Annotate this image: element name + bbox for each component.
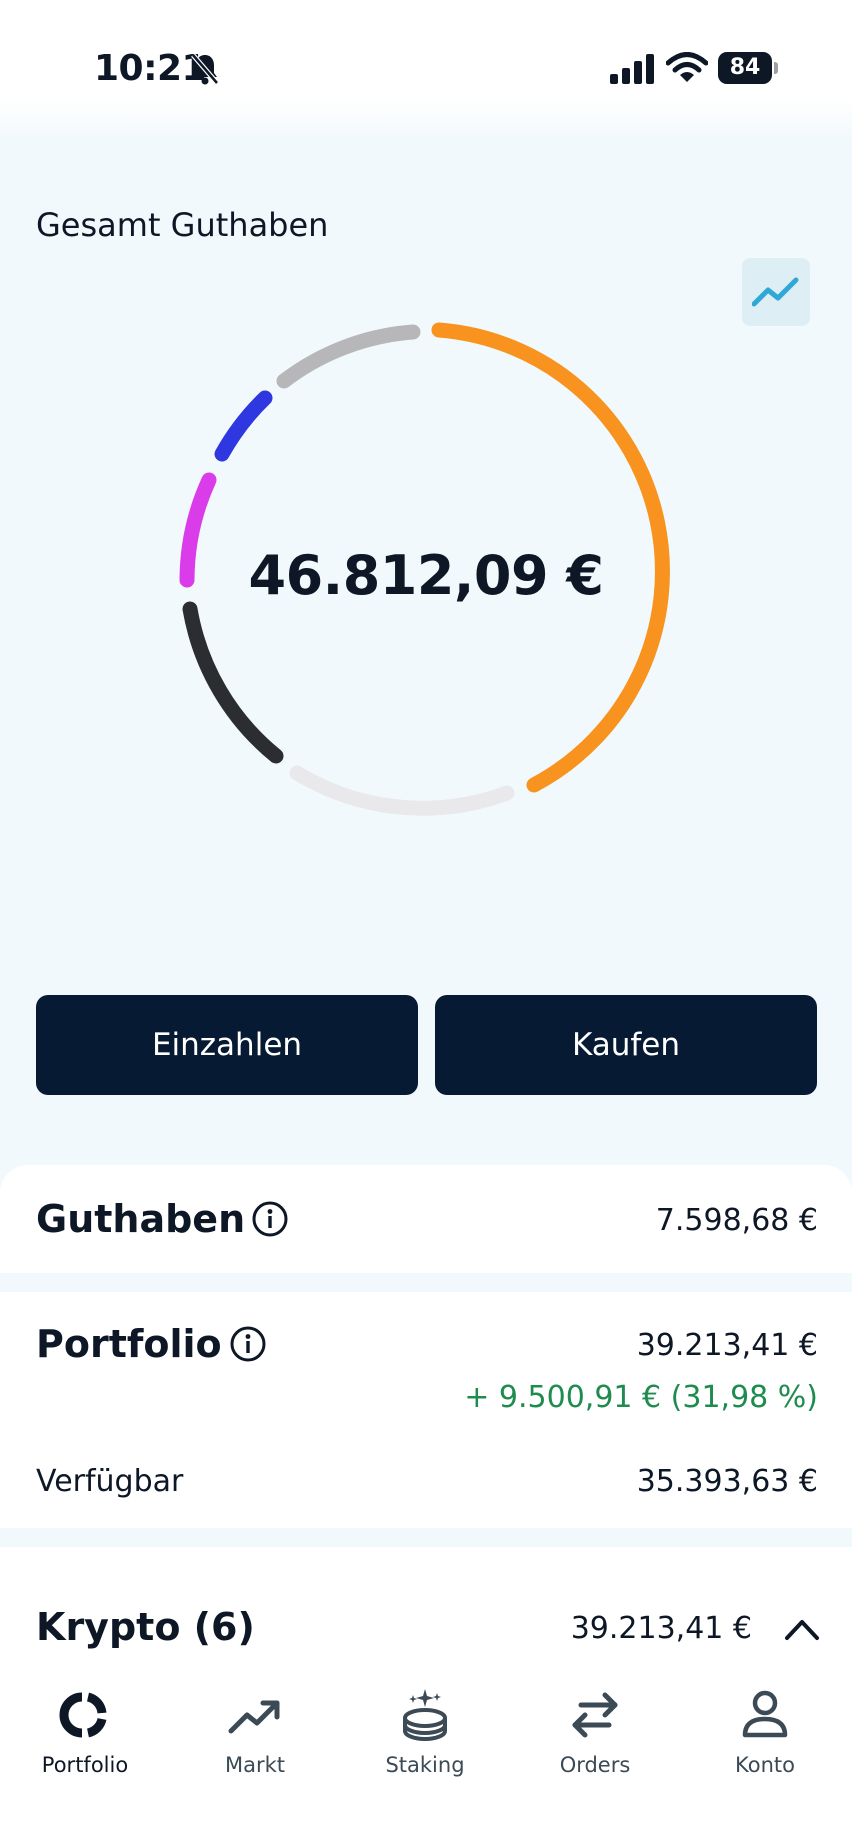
donut-segment-gray [276,324,421,389]
available-label: Verfügbar [36,1464,184,1499]
balance-card-value: 7.598,68 € [655,1203,818,1238]
total-balance-value: 46.812,09 € [248,544,604,607]
nav-label-market: Markt [224,1753,286,1777]
nav-label-staking: Staking [385,1753,465,1777]
nav-orders[interactable]: Orders [510,1687,680,1846]
market-icon [228,1700,280,1734]
nav-account[interactable]: Konto [680,1687,850,1846]
buy-button[interactable]: Kaufen [435,995,817,1095]
nav-portfolio[interactable]: Portfolio [0,1687,170,1846]
account-icon [742,1690,788,1738]
bottom-navigation: Portfolio Markt Staking Orders Konto [0,1687,852,1846]
donut-segment-lightgray [289,765,515,816]
deposit-button[interactable]: Einzahlen [36,995,418,1095]
info-icon[interactable] [251,1200,289,1238]
portfolio-card: Portfolio 39.213,41 € + 9.500,91 € (31,9… [0,1292,852,1528]
nav-market[interactable]: Markt [170,1687,340,1846]
nav-label-account: Konto [735,1753,795,1777]
chevron-up-icon[interactable] [784,1617,820,1641]
orders-icon [572,1692,618,1738]
allocation-donut-chart [179,322,670,816]
available-value: 35.393,63 € [636,1464,818,1499]
portfolio-value: 39.213,41 € [636,1328,818,1363]
crypto-value: 39.213,41 € [570,1611,752,1646]
crypto-card-title: Krypto (6) [36,1605,255,1649]
portfolio-card-title: Portfolio [36,1322,222,1366]
nav-label-orders: Orders [559,1753,631,1777]
portfolio-gain: + 9.500,91 € (31,98 %) [464,1380,818,1415]
nav-staking[interactable]: Staking [340,1687,510,1846]
staking-icon [403,1689,447,1741]
nav-label-portfolio: Portfolio [41,1753,129,1777]
crypto-card[interactable]: Krypto (6) 39.213,41 € [0,1547,852,1687]
donut-segment-blue [214,390,273,462]
portfolio-icon [59,1692,107,1738]
info-icon[interactable] [229,1325,267,1363]
donut-segment-dark [182,601,284,764]
balance-card: Guthaben 7.598,68 € [0,1165,852,1273]
balance-card-title: Guthaben [36,1197,246,1241]
